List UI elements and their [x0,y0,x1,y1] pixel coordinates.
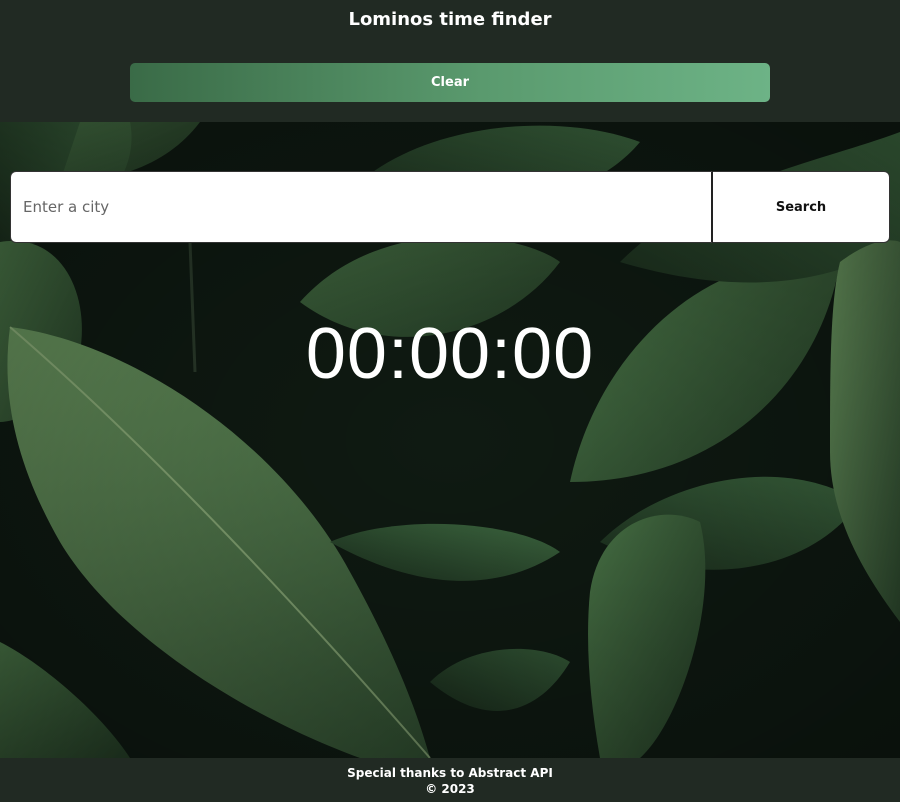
city-search-input[interactable] [10,171,713,243]
page-title: Lominos time finder [348,9,552,30]
hero-section: Search 00:00:00 [0,122,900,758]
header: Lominos time finder Clear [0,0,900,122]
search-bar: Search [10,171,890,243]
footer: Special thanks to Abstract API © 2023 [0,758,900,802]
footer-copyright: © 2023 [425,782,475,796]
search-button[interactable]: Search [713,171,890,243]
clear-button[interactable]: Clear [130,63,770,102]
footer-credit: Special thanks to Abstract API [347,766,553,780]
time-display: 00:00:00 [305,314,595,394]
app-root: Lominos time finder Clear Enter a city S… [0,0,900,802]
